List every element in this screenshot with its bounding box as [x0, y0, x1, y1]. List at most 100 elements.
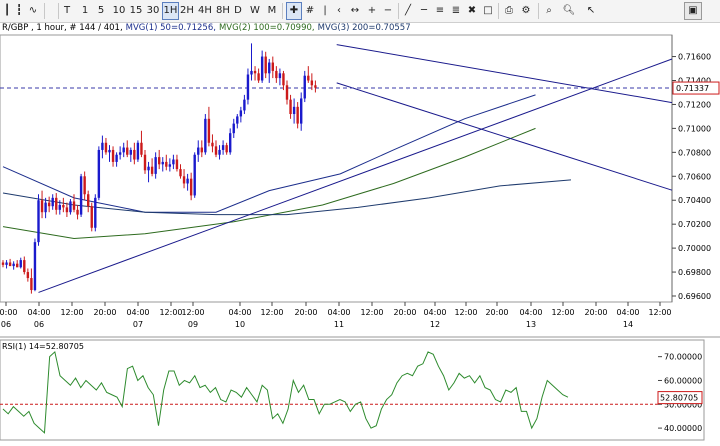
candle-body — [111, 149, 115, 162]
date-tick-label: 09 — [188, 320, 198, 329]
candle-body — [211, 142, 214, 147]
current-price-label: 0.71337 — [676, 84, 709, 93]
candle-body — [62, 205, 65, 208]
candle-body — [250, 70, 253, 75]
candle-body — [129, 149, 132, 155]
date-tick-label: 07 — [133, 320, 143, 329]
candle-body — [118, 152, 122, 155]
candle-body — [1, 262, 5, 265]
candle-body — [314, 85, 317, 88]
candle-body — [51, 197, 54, 207]
candle-body — [243, 99, 246, 111]
candle-body — [289, 99, 292, 115]
price-tick-label: 0.69600 — [678, 292, 711, 301]
rsi-value-label: 52.80705 — [660, 394, 698, 403]
candle-body — [37, 200, 40, 243]
time-tick-label: 20:00 — [294, 308, 317, 317]
rsi-pane: 70.0000060.0000050.0000040.00000RSI(1) 1… — [0, 336, 720, 441]
candle-body — [65, 207, 69, 213]
price-tick-label: 0.71000 — [678, 124, 711, 133]
time-tick-label: 20:00 — [393, 308, 416, 317]
candle-body — [72, 201, 76, 210]
candle-body — [94, 197, 97, 228]
candle-body — [207, 118, 211, 143]
time-tick-label: 04:00 — [519, 308, 542, 317]
candle-body — [136, 142, 140, 160]
date-tick-label: 10 — [235, 320, 245, 329]
candle-body — [12, 263, 15, 267]
rsi-tick-label: 70.00000 — [664, 353, 702, 362]
candle-body — [30, 278, 33, 291]
price-tick-label: 0.70200 — [678, 220, 711, 229]
candle-body — [179, 169, 182, 177]
time-tick-label: 12:00 — [181, 308, 204, 317]
candle-body — [104, 142, 108, 153]
price-tick-label: 0.70400 — [678, 196, 711, 205]
candle-body — [260, 56, 264, 81]
candle-body — [193, 154, 196, 196]
candle-body — [218, 149, 221, 155]
candle-body — [122, 147, 125, 153]
candle-body — [87, 194, 90, 207]
candle-body — [154, 157, 157, 174]
candle-body — [204, 118, 207, 153]
price-pane: 0.716000.714000.712000.710000.708000.706… — [0, 34, 720, 329]
candle-body — [108, 149, 111, 153]
candle-body — [186, 178, 189, 184]
time-tick-label: 04:00 — [327, 308, 350, 317]
candle-body — [200, 147, 203, 153]
time-tick-label: 12:00 — [454, 308, 477, 317]
date-tick-label: 11 — [334, 320, 344, 329]
candle-body — [26, 272, 30, 279]
candle-body — [161, 161, 164, 165]
candle-body — [44, 202, 47, 213]
candle-body — [126, 147, 129, 155]
time-tick-label: 04:00 — [616, 308, 639, 317]
candle-body — [307, 75, 310, 81]
candle-body — [76, 209, 79, 215]
candle-body — [172, 159, 175, 165]
price-tick-label: 0.71600 — [678, 53, 711, 62]
candle-body — [300, 98, 303, 124]
candle-body — [83, 176, 86, 195]
candle-body — [275, 70, 278, 79]
candle-body — [285, 85, 289, 100]
time-tick-label: 04:00 — [228, 308, 251, 317]
candle-body — [246, 74, 250, 100]
rsi-tick-label: 60.00000 — [664, 376, 702, 385]
candle-body — [97, 149, 101, 198]
candle-body — [168, 164, 172, 167]
date-tick-label: 14 — [623, 320, 633, 329]
candle-body — [158, 157, 161, 165]
candle-body — [296, 106, 299, 124]
candle-body — [175, 159, 179, 170]
candle-body — [115, 154, 118, 162]
candle-body — [143, 154, 147, 171]
candle-body — [69, 201, 72, 213]
candle-body — [292, 106, 296, 115]
price-plot-area — [0, 34, 673, 303]
candle-body — [257, 73, 260, 81]
time-tick-label: 20:00 — [93, 308, 116, 317]
time-tick-label: 20:00 — [584, 308, 607, 317]
candle-body — [182, 176, 186, 184]
date-tick-label: 13 — [526, 320, 536, 329]
candle-body — [225, 145, 228, 153]
candle-body — [253, 70, 257, 74]
time-tick-label: 12:00 — [60, 308, 83, 317]
candle-body — [264, 56, 267, 74]
candle-body — [101, 142, 104, 150]
candle-body — [140, 142, 143, 155]
time-tick-label: 12:00 — [551, 308, 574, 317]
candle-body — [33, 242, 37, 291]
candle-body — [19, 260, 22, 268]
price-tick-label: 0.70000 — [678, 244, 711, 253]
candle-body — [239, 110, 243, 117]
candle-body — [5, 262, 8, 265]
candle-body — [58, 205, 61, 210]
candle-body — [133, 149, 136, 160]
chart-canvas[interactable]: 0.716000.714000.712000.710000.708000.706… — [0, 0, 720, 446]
time-tick-label: 04:00 — [27, 308, 50, 317]
candle-body — [310, 80, 314, 86]
candle-body — [79, 176, 83, 215]
